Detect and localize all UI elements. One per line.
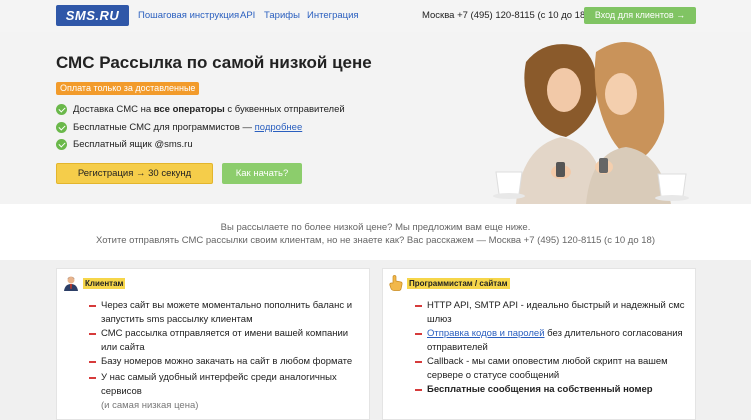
top-header: SMS.RU Пошаговая инструкция API Тарифы И…	[0, 0, 751, 32]
check-icon	[56, 122, 67, 133]
clients-login-button[interactable]: Вход для клиентов →	[584, 7, 696, 24]
feature-text: с буквенных отправителей	[227, 104, 345, 115]
offer-line-2: Хотите отправлять СМС рассылки своим кли…	[95, 235, 656, 246]
clients-card: Клиентам Через сайт вы можете моментальн…	[56, 268, 370, 420]
clients-card-header: Клиентам	[63, 275, 126, 291]
nav-api[interactable]: API	[240, 10, 255, 21]
list-item: У нас самый удобный интерфейс среди анал…	[89, 371, 363, 413]
list-item: СМС рассылка отправляется от имени вашей…	[89, 327, 363, 355]
item-note: (и самая низкая цена)	[101, 400, 199, 411]
how-to-start-button[interactable]: Как начать?	[222, 163, 302, 184]
hand-pointer-icon	[389, 275, 403, 291]
businessman-icon	[64, 276, 78, 291]
check-icon	[56, 139, 67, 150]
delivered-only-badge: Оплата только за доставленные	[56, 82, 200, 95]
feature-free-dev-sms: Бесплатные СМС для программистов — подро…	[56, 122, 302, 133]
feature-text: Бесплатные СМС для программистов —	[73, 122, 252, 133]
check-icon	[56, 104, 67, 115]
nav-integration[interactable]: Интеграция	[307, 10, 359, 21]
feature-bold: все операторы	[153, 104, 225, 115]
hero-photo	[486, 32, 700, 204]
feature-text: Бесплатный ящик @sms.ru	[73, 139, 193, 150]
list-item: Базу номеров можно закачать на сайт в лю…	[89, 355, 363, 369]
offer-line-1: Вы рассылаете по более низкой цене? Мы п…	[220, 222, 531, 233]
list-item: Через сайт вы можете моментально пополни…	[89, 299, 363, 327]
developers-tag: Программистам / сайтам	[407, 277, 510, 289]
logo[interactable]: SMS.RU	[56, 5, 129, 26]
list-item: HTTP API, SMTP API - идеально быстрый и …	[415, 299, 689, 327]
developers-card-header: Программистам / сайтам	[389, 275, 510, 291]
register-button[interactable]: Регистрация → 30 секунд	[56, 163, 213, 184]
more-details-link[interactable]: подробнее	[255, 122, 303, 133]
developers-card: Программистам / сайтам HTTP API, SMTP AP…	[382, 268, 696, 420]
header-contact: Москва +7 (495) 120-8115 (с 10 до 18)	[422, 10, 589, 21]
list-item: Callback - мы сами оповестим любой скрип…	[415, 355, 689, 383]
page-title: СМС Рассылка по самой низкой цене	[56, 53, 372, 72]
feature-free-mailbox: Бесплатный ящик @sms.ru	[56, 139, 193, 150]
nav-step-by-step[interactable]: Пошаговая инструкция	[138, 10, 239, 21]
offer-band: Вы рассылаете по более низкой цене? Мы п…	[0, 204, 751, 260]
list-item: Отправка кодов и паролей без длительного…	[415, 327, 689, 355]
send-codes-link[interactable]: Отправка кодов и паролей	[427, 328, 545, 339]
hero-section: СМС Рассылка по самой низкой цене Оплата…	[0, 32, 751, 204]
feature-all-operators: Доставка СМС на все операторы с буквенны…	[56, 104, 345, 115]
feature-text: Доставка СМС на	[73, 104, 152, 115]
clients-tag: Клиентам	[83, 277, 126, 289]
list-item: Бесплатные сообщения на собственный номе…	[415, 383, 689, 397]
nav-tariffs[interactable]: Тарифы	[264, 10, 300, 21]
